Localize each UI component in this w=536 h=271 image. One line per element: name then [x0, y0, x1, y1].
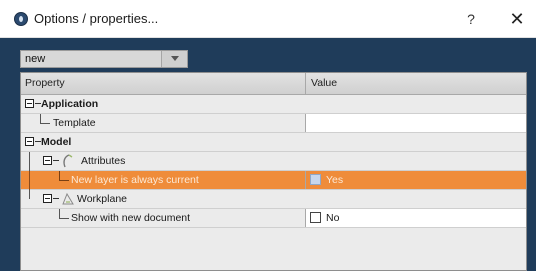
property-cell: Show with new document [21, 209, 305, 227]
property-cell: Model [21, 133, 305, 151]
column-divider[interactable] [305, 73, 306, 95]
window-title: Options / properties... [34, 11, 159, 26]
category-label: Model [41, 136, 72, 148]
show-with-new-document-checkbox[interactable] [310, 212, 321, 223]
profile-select[interactable]: new [20, 50, 188, 68]
chevron-down-icon[interactable] [161, 51, 187, 67]
property-cell: New layer is always current [21, 171, 305, 190]
tree-connector [53, 160, 59, 161]
property-row-show-with-new-document[interactable]: Show with new document No [21, 209, 526, 228]
profile-select-value: new [25, 53, 46, 65]
property-cell: Attributes [21, 152, 305, 171]
tree-connector [29, 152, 30, 171]
dialog-body: new Property Value Application Template … [0, 38, 536, 271]
tree-connector [59, 171, 69, 181]
column-header-property[interactable]: Property [25, 77, 65, 89]
group-label: Attributes [81, 155, 126, 167]
property-row-template[interactable]: Template [21, 114, 526, 133]
property-cell: Template [21, 114, 305, 132]
collapse-icon[interactable] [25, 137, 34, 146]
new-layer-current-checkbox[interactable] [310, 174, 321, 185]
property-cell: Application [21, 95, 305, 113]
app-icon [14, 12, 28, 26]
property-grid: Property Value Application Template Mode… [20, 72, 527, 271]
tree-connector [29, 190, 30, 199]
category-row-model[interactable]: Model [21, 133, 526, 152]
tree-connector [29, 171, 30, 190]
category-row-application[interactable]: Application [21, 95, 526, 114]
checkbox-value-label: Yes [326, 174, 344, 186]
value-cell[interactable]: Yes [305, 171, 526, 189]
title-bar: Options / properties... ? ✕ [0, 0, 536, 38]
group-row-workplane[interactable]: Workplane [21, 190, 526, 209]
property-label: Show with new document [71, 212, 191, 224]
column-header-value[interactable]: Value [311, 77, 337, 89]
collapse-icon[interactable] [43, 194, 52, 203]
property-label: New layer is always current [71, 174, 199, 186]
options-dialog: Options / properties... ? ✕ new Property… [0, 0, 536, 271]
category-label: Application [41, 98, 99, 110]
attributes-icon [63, 154, 73, 168]
checkbox-value-label: No [326, 212, 340, 224]
property-label: Template [53, 117, 96, 129]
group-label: Workplane [77, 193, 127, 205]
property-cell: Workplane [21, 190, 305, 208]
grid-header: Property Value [21, 73, 526, 95]
workplane-icon [62, 192, 74, 205]
template-field[interactable] [305, 114, 526, 132]
tree-connector [40, 114, 50, 124]
group-row-attributes[interactable]: Attributes [21, 152, 526, 171]
tree-connector [59, 209, 69, 219]
collapse-icon[interactable] [43, 156, 52, 165]
property-row-new-layer-current[interactable]: New layer is always current Yes [21, 171, 526, 190]
value-cell[interactable]: No [305, 209, 526, 227]
collapse-icon[interactable] [25, 99, 34, 108]
tree-connector [53, 198, 59, 199]
help-button[interactable]: ? [460, 8, 482, 30]
close-button[interactable]: ✕ [504, 7, 530, 31]
